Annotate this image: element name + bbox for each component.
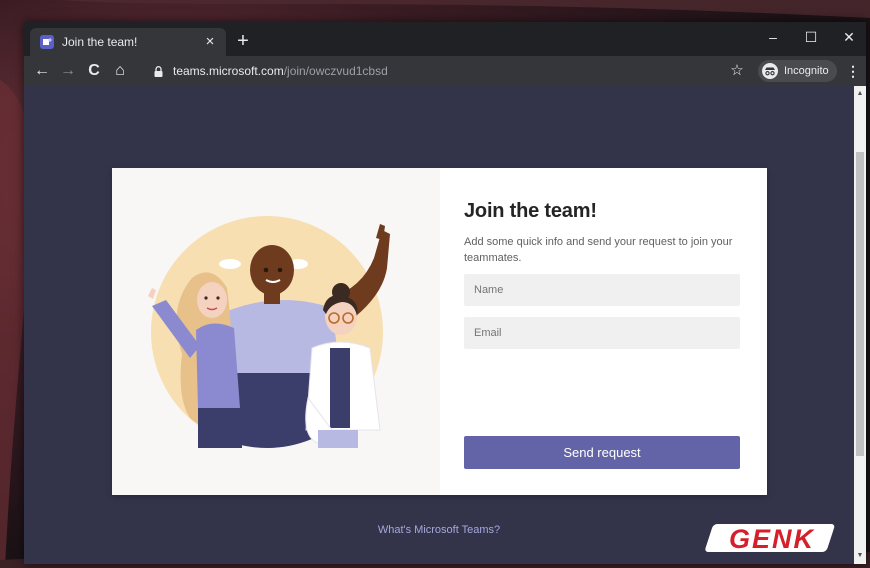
tab-join-the-team[interactable]: Join the team! × <box>30 28 226 56</box>
genk-watermark-logo: GENK <box>705 524 835 554</box>
svg-text:GENK: GENK <box>729 524 816 554</box>
home-button[interactable]: ⌂ <box>108 59 132 83</box>
browser-window: Join the team! × + – ☐ ✕ ← → C ⌂ teams.m… <box>24 22 866 564</box>
people-illustration <box>148 216 390 448</box>
send-request-button[interactable]: Send request <box>464 436 740 469</box>
url-text: teams.microsoft.com/join/owczvud1cbsd <box>173 64 388 78</box>
lock-icon[interactable] <box>152 64 164 78</box>
incognito-icon <box>762 63 778 79</box>
new-tab-button[interactable]: + <box>232 31 254 53</box>
back-button[interactable]: ← <box>30 59 54 83</box>
page-scrollbar[interactable]: ▲ ▼ <box>854 86 866 564</box>
tab-strip: Join the team! × + – ☐ ✕ <box>24 22 866 56</box>
incognito-badge[interactable]: Incognito <box>758 60 837 82</box>
join-form: Join the team! Add some quick info and s… <box>440 168 767 495</box>
scroll-up-arrow[interactable]: ▲ <box>854 88 866 100</box>
scroll-down-arrow[interactable]: ▼ <box>854 550 866 562</box>
page-viewport: Join the team! Add some quick info and s… <box>24 86 854 564</box>
teams-icon <box>40 35 54 49</box>
url-path: /join/owczvud1cbsd <box>283 64 388 78</box>
join-card: Join the team! Add some quick info and s… <box>112 168 767 495</box>
tab-title: Join the team! <box>62 35 138 49</box>
page-title: Join the team! <box>464 200 597 222</box>
name-field[interactable] <box>464 274 740 306</box>
maximize-button[interactable]: ☐ <box>796 24 826 50</box>
kebab-menu-icon[interactable]: ⋮ <box>846 63 860 79</box>
team-illustration <box>112 168 440 495</box>
reload-button[interactable]: C <box>82 59 106 83</box>
address-bar[interactable]: teams.microsoft.com/join/owczvud1cbsd <box>152 60 746 82</box>
forward-button[interactable]: → <box>56 59 80 83</box>
incognito-label: Incognito <box>784 65 829 77</box>
scroll-thumb[interactable] <box>856 152 864 456</box>
close-window-button[interactable]: ✕ <box>834 24 864 50</box>
browser-toolbar: ← → C ⌂ teams.microsoft.com/join/owczvud… <box>24 56 866 86</box>
star-icon[interactable]: ☆ <box>728 62 746 80</box>
page-subtitle: Add some quick info and send your reques… <box>464 236 733 264</box>
url-host: teams.microsoft.com <box>173 64 284 78</box>
email-field[interactable] <box>464 317 740 349</box>
whats-teams-link-text: What's Microsoft Teams? <box>377 524 501 536</box>
close-tab-icon[interactable]: × <box>202 34 218 50</box>
minimize-button[interactable]: – <box>758 24 788 50</box>
